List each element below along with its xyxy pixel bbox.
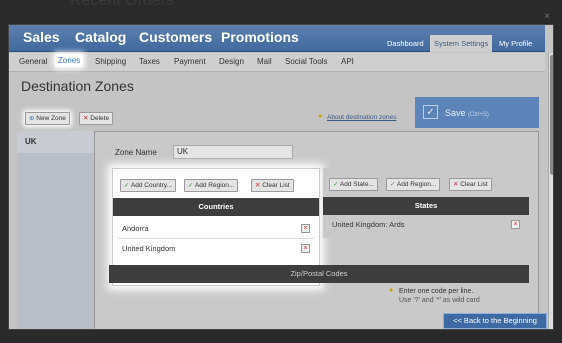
zip-codes-hint: Enter one code per line. Use '?' and '*'… (399, 287, 480, 305)
subnav-payment[interactable]: Payment (174, 57, 206, 66)
clear-list-label: Clear List (460, 181, 488, 188)
checkmark-icon: ✓ (423, 105, 438, 119)
list-item: Andorra (122, 224, 149, 233)
nav-customers[interactable]: Customers (139, 29, 212, 45)
add-state-button[interactable]: ✓ Add State... (329, 178, 378, 191)
zone-list: UK (17, 131, 95, 329)
subnav-mail[interactable]: Mail (257, 57, 272, 66)
remove-icon[interactable]: × (301, 244, 310, 253)
modal-window: Sales Catalog Customers Promotions Dashb… (8, 24, 554, 330)
states-panel: ✓ Add State... ✓ Add Region... ✕ Clear L… (323, 168, 529, 238)
subnav-social-tools[interactable]: Social Tools (285, 57, 328, 66)
add-region-button[interactable]: ✓ Add Region... (386, 178, 441, 191)
zip-hint-line: Enter one code per line. (399, 288, 474, 295)
save-label: Save (445, 108, 466, 118)
check-icon: ✓ (188, 182, 194, 189)
x-icon: ✕ (255, 182, 261, 189)
about-destination-zones-link[interactable]: About destination zones (327, 114, 396, 121)
add-region-label: Add Region... (194, 182, 235, 189)
row-divider (117, 238, 315, 239)
nav-promotions[interactable]: Promotions (221, 29, 299, 45)
scrollbar[interactable] (548, 53, 553, 329)
save-shortcut: (Ctrl+S) (468, 112, 489, 118)
countries-header: Countries (113, 198, 319, 216)
tab-dashboard[interactable]: Dashboard (383, 35, 428, 52)
nav-catalog[interactable]: Catalog (75, 29, 126, 45)
new-zone-button[interactable]: ⊕ New Zone (25, 112, 70, 125)
tab-my-profile[interactable]: My Profile (495, 35, 536, 52)
subnav-shipping[interactable]: Shipping (95, 57, 126, 66)
zip-codes-header: Zip/Postal Codes (109, 265, 529, 283)
add-region-button[interactable]: ✓ Add Region... (184, 179, 239, 192)
zone-list-item[interactable]: UK (17, 131, 94, 153)
delete-label: Delete (90, 115, 110, 122)
save-button[interactable]: ✓ Save (Ctrl+S) (415, 97, 539, 128)
clear-list-button[interactable]: ✕ Clear List (449, 178, 492, 191)
nav-sales[interactable]: Sales (23, 29, 60, 45)
x-icon: ✕ (83, 115, 89, 122)
tab-system-settings[interactable]: System Settings (430, 35, 493, 52)
settings-subnavigation: General Zones Shipping Taxes Payment Des… (9, 53, 545, 72)
subnav-api[interactable]: API (341, 57, 354, 66)
clear-list-label: Clear List (262, 182, 290, 189)
list-item: United Kingdom (122, 244, 176, 253)
x-icon: ✕ (453, 181, 459, 188)
page-title: Destination Zones (21, 78, 134, 94)
states-header: States (323, 197, 529, 215)
add-region-label: Add Region... (396, 181, 437, 188)
close-icon[interactable]: × (544, 12, 550, 22)
back-to-beginning-button[interactable]: << Back to the Beginning (443, 313, 547, 329)
subnav-zones[interactable]: Zones (55, 54, 84, 67)
add-country-label: Add Country... (130, 182, 172, 189)
add-state-label: Add State... (339, 181, 374, 188)
lightbulb-icon: ● (318, 113, 323, 120)
scrollbar-thumb[interactable] (550, 55, 553, 175)
list-item: United Kingdom: Ards (332, 220, 405, 229)
clear-list-button[interactable]: ✕ Clear List (251, 179, 294, 192)
check-icon: ✓ (124, 182, 130, 189)
subnav-general[interactable]: General (19, 57, 47, 66)
lightbulb-icon: ● (389, 287, 394, 294)
delete-button[interactable]: ✕ Delete (79, 112, 114, 125)
background-page-title: Recent Orders (70, 0, 175, 9)
plus-icon: ⊕ (29, 115, 35, 122)
new-zone-label: New Zone (36, 115, 66, 122)
zone-name-label: Zone Name (115, 148, 157, 157)
subnav-design[interactable]: Design (219, 57, 244, 66)
check-icon: ✓ (333, 181, 339, 188)
main-navigation: Sales Catalog Customers Promotions Dashb… (9, 25, 545, 52)
add-country-button[interactable]: ✓ Add Country... (120, 179, 176, 192)
remove-icon[interactable]: × (301, 224, 310, 233)
check-icon: ✓ (390, 181, 396, 188)
zone-name-input[interactable]: UK (173, 145, 293, 159)
zip-hint-line: Use '?' and '*' as wild card (399, 297, 480, 304)
subnav-taxes[interactable]: Taxes (139, 57, 160, 66)
remove-icon[interactable]: × (511, 220, 520, 229)
